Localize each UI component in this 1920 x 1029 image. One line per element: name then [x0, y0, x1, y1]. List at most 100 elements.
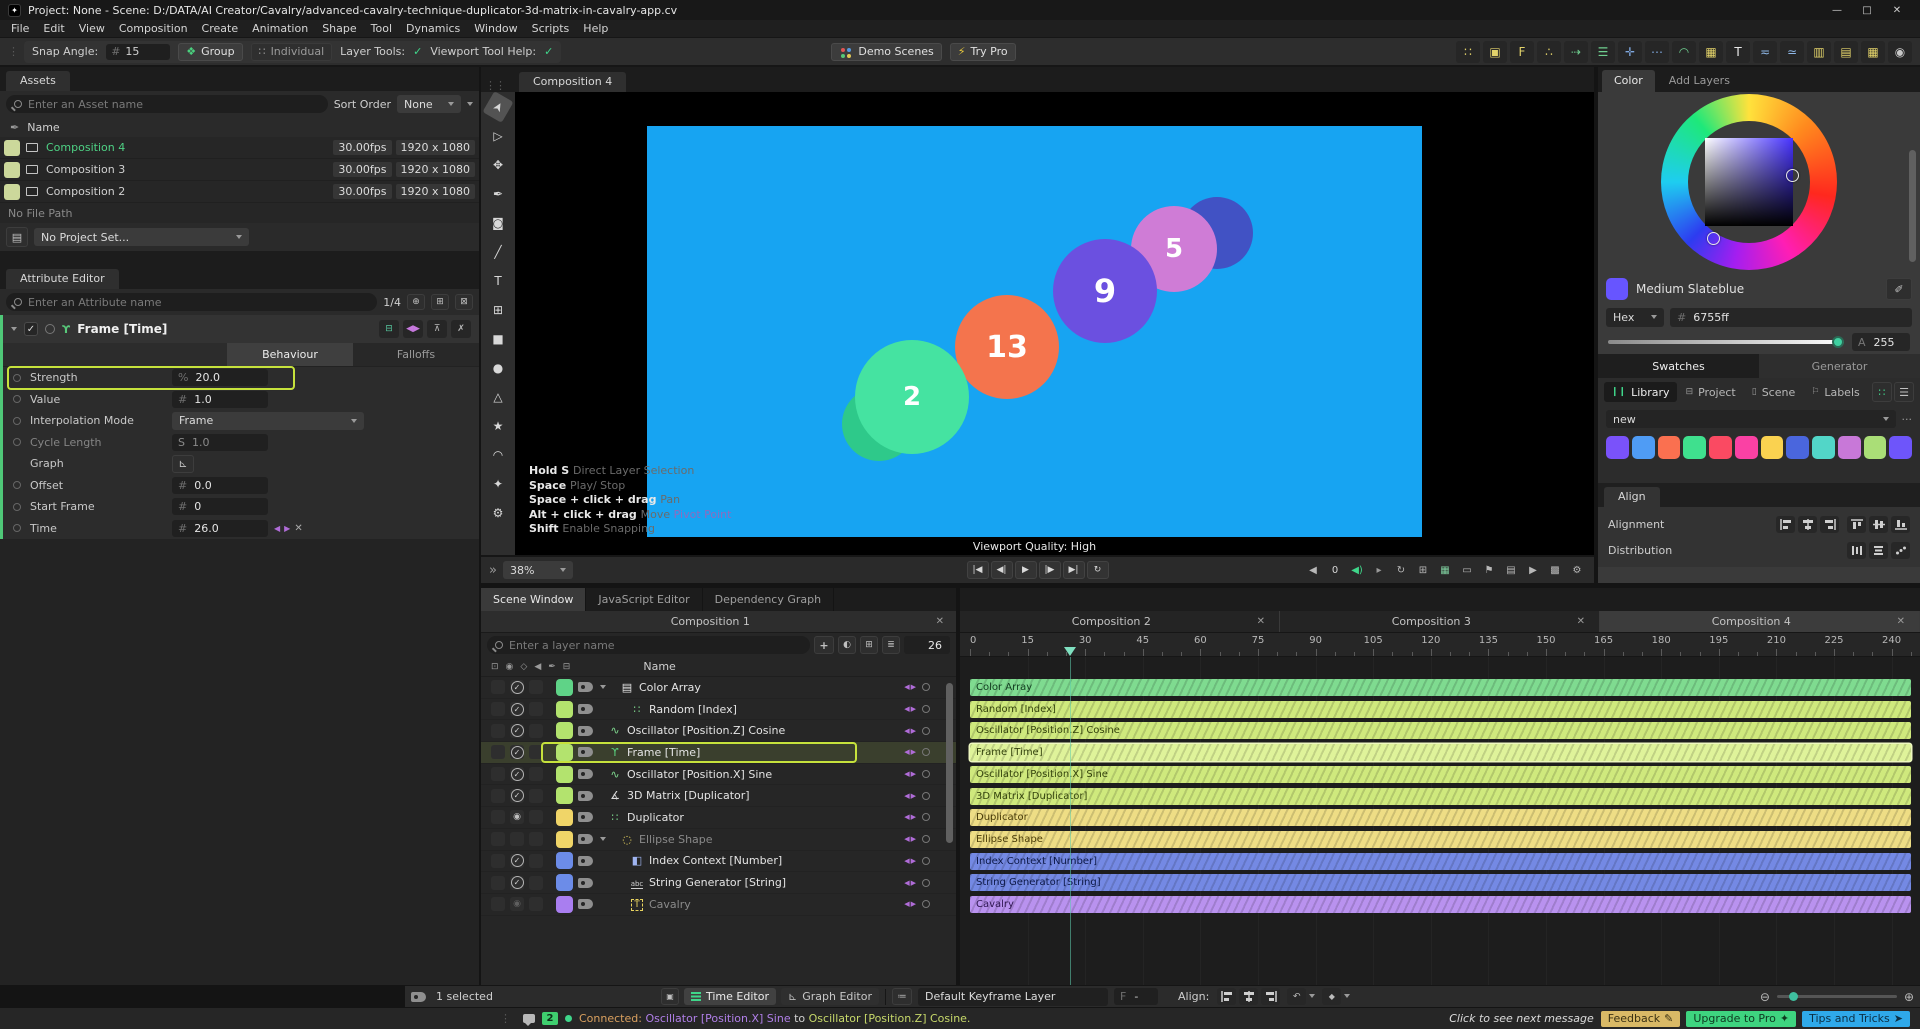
layer-tag-icon[interactable]	[578, 682, 593, 693]
render-camera-icon[interactable]: ◉	[1888, 40, 1912, 63]
lock-cell[interactable]	[491, 702, 505, 717]
lock-cell[interactable]	[491, 832, 505, 847]
layer-search-input[interactable]	[509, 638, 802, 652]
eyedropper-button[interactable]: ✐	[1886, 278, 1912, 300]
scatter-icon[interactable]: ∴	[1537, 40, 1561, 63]
direct-select-tool[interactable]: ▷	[486, 125, 510, 147]
individual-toggle[interactable]: ∷ Individual	[250, 42, 333, 61]
align-bars-icon[interactable]: ☰	[1591, 40, 1615, 63]
chevron-down-icon[interactable]	[1344, 994, 1351, 998]
distribute-horizontal-button[interactable]	[1847, 541, 1866, 559]
align-right-button[interactable]	[1820, 515, 1839, 533]
keyframe-arrows-icon[interactable]: ◀▶	[904, 857, 917, 865]
sort-direction-icon[interactable]	[467, 102, 473, 106]
hex-field[interactable]: #	[1670, 307, 1912, 327]
picker-icon[interactable]: ✒	[548, 662, 556, 672]
asset-row-composition-2[interactable]: Composition 2 30.00fps 1920 x 1080	[0, 181, 479, 203]
align-keys-right-button[interactable]	[1261, 988, 1281, 1005]
tab-attribute-editor[interactable]: Attribute Editor	[6, 269, 119, 289]
message-count-badge[interactable]: 2	[542, 1012, 558, 1025]
enabled-check-icon[interactable]: ✓	[510, 680, 524, 694]
graph-editor-button[interactable]: ⊾ Graph Editor	[780, 988, 879, 1005]
color-mode-select[interactable]: Hex	[1606, 307, 1664, 327]
distribute-spacing-button[interactable]	[1891, 541, 1910, 559]
toolbar-drag-handle[interactable]: ⋮	[8, 45, 19, 58]
solo-dot-icon[interactable]	[922, 856, 930, 865]
enabled-check-icon[interactable]: ✓	[510, 789, 524, 803]
camera-tool[interactable]: ◙	[486, 212, 510, 234]
feedback-button[interactable]: Feedback ✎	[1600, 1010, 1681, 1027]
playhead-line[interactable]	[1069, 657, 1072, 985]
step-forward-button[interactable]: |▶	[1038, 561, 1061, 579]
attr-field-start-frame[interactable]: #0	[172, 498, 268, 516]
lock-cell[interactable]	[491, 897, 505, 912]
list-view-icon[interactable]: ☰	[1894, 382, 1914, 402]
project-select[interactable]: No Project Set...	[34, 228, 249, 246]
visibility-eye-icon[interactable]: ◉	[513, 899, 521, 909]
pen-tool[interactable]: ✒	[486, 183, 510, 205]
render-cell[interactable]	[529, 853, 543, 868]
layer-color-chip[interactable]	[556, 895, 573, 913]
keyframe-arrows-icon[interactable]: ◀▶	[904, 748, 917, 756]
attr-field-cycle-length[interactable]: S 1.0	[172, 433, 268, 451]
tab-scene-window[interactable]: Scene Window	[481, 588, 587, 611]
guides-icon[interactable]: ▦	[1436, 561, 1454, 579]
layer-tag-icon[interactable]	[578, 769, 593, 780]
stack-icon[interactable]: ⊞	[431, 294, 449, 310]
render-cell[interactable]	[529, 788, 543, 803]
group-toggle[interactable]: ❖ Group	[178, 42, 243, 61]
play-button[interactable]: ▶	[1014, 561, 1037, 579]
prev-keyframe-icon[interactable]: ◀	[274, 524, 280, 533]
layer-tools-check[interactable]: ✓	[413, 45, 422, 58]
layer-row-duplicator[interactable]: ◉ ∷ Duplicator ◀▶	[481, 807, 956, 829]
time-editor-button[interactable]: Time Editor	[684, 988, 776, 1005]
tab-falloffs[interactable]: Falloffs	[353, 343, 479, 366]
canvas-circle-9[interactable]: 9	[1053, 239, 1157, 343]
saturation-value-box[interactable]	[1705, 138, 1793, 226]
menu-tool[interactable]: Tool	[364, 22, 399, 35]
enabled-check-icon[interactable]: ✓	[510, 745, 524, 759]
close-tab-icon[interactable]: ✕	[1893, 616, 1909, 627]
ellipse-tool[interactable]: ●	[486, 357, 510, 379]
tab-dependency-graph[interactable]: Dependency Graph	[703, 588, 835, 611]
zoom-out-icon[interactable]: ⊖	[1760, 990, 1770, 1004]
keyframe-arrows-icon[interactable]: ◀▶	[904, 900, 917, 908]
lock-cell[interactable]	[491, 745, 505, 760]
swatch-6[interactable]	[1760, 436, 1784, 459]
duplicator-grid-icon[interactable]: ∷	[1456, 40, 1480, 63]
audio-value[interactable]: 0	[1326, 561, 1344, 579]
tips-and-tricks-button[interactable]: Tips and Tricks ➤	[1802, 1010, 1910, 1027]
solo-radio[interactable]	[45, 324, 55, 334]
track-duplicator[interactable]: Duplicator	[970, 809, 1911, 827]
alpha-slider[interactable]	[1608, 336, 1844, 348]
solo-dot-icon[interactable]	[922, 748, 930, 757]
keyframe-arrows-icon[interactable]: ◀▶	[904, 879, 917, 887]
dots-trail-icon[interactable]: ⋯	[1645, 40, 1669, 63]
rectangle-tool[interactable]: ■	[486, 328, 510, 350]
attribute-handle[interactable]	[13, 502, 21, 511]
close-tab-icon[interactable]: ✕	[1253, 616, 1269, 627]
timeline-tab-composition-2[interactable]: Composition 2 ✕	[960, 611, 1280, 632]
timeline-tab-composition-4[interactable]: Composition 4 ✕	[1600, 611, 1920, 632]
star-tool[interactable]: ★	[486, 415, 510, 437]
close-icon[interactable]: ✗	[451, 320, 471, 338]
tab-assets[interactable]: Assets	[6, 71, 70, 91]
forge-icon[interactable]: F	[1510, 40, 1534, 63]
scrollbar[interactable]	[946, 683, 953, 843]
keyframe-arrows-icon[interactable]: ◀▶	[403, 320, 423, 338]
skip-to-start-button[interactable]: |◀	[966, 561, 989, 579]
attr-field-strength[interactable]: % 20.0	[172, 369, 268, 387]
track-oscillator-position-z-cosine[interactable]: Oscillator [Position.Z] Cosine	[970, 722, 1911, 740]
close-button[interactable]: ✕	[1882, 1, 1912, 19]
keyframe-layer-icon[interactable]: ≔	[892, 988, 912, 1005]
enabled-checkbox[interactable]: ✓	[24, 322, 38, 336]
cube-icon[interactable]: ◇	[520, 662, 527, 672]
layer-row-index-context-number[interactable]: ✓ ◧ Index Context [Number] ◀▶	[481, 850, 956, 873]
layer-color-chip[interactable]	[556, 700, 573, 718]
align-top-button[interactable]	[1847, 515, 1866, 533]
attribute-search[interactable]	[6, 293, 378, 311]
source-project[interactable]: ⊟ Project	[1679, 382, 1743, 402]
track-cavalry[interactable]: Cavalry	[970, 896, 1911, 913]
trail-arrow-icon[interactable]: ⇢	[1564, 40, 1588, 63]
render-cell[interactable]	[529, 897, 543, 912]
